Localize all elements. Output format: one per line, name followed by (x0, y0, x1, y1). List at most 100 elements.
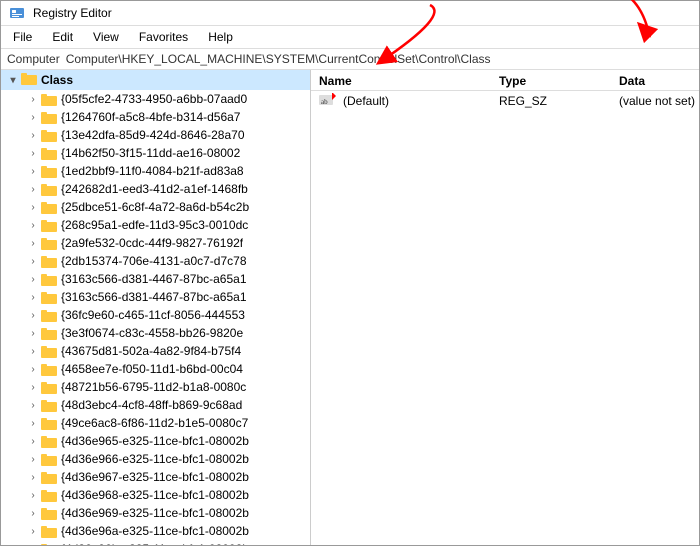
tree-item-label: {4d36e969-e325-11ce-bfc1-08002b (61, 506, 249, 520)
expand-icon: › (25, 523, 41, 539)
expand-icon: › (25, 127, 41, 143)
expand-icon: › (25, 469, 41, 485)
expand-icon: › (25, 253, 41, 269)
tree-item[interactable]: › {48721b56-6795-11d2-b1a8-0080c (1, 378, 310, 396)
tree-item-label: {4d36e96a-e325-11ce-bfc1-08002b (61, 524, 249, 538)
folder-icon (41, 165, 57, 178)
folder-icon (41, 111, 57, 124)
tree-item[interactable]: › {4d36e969-e325-11ce-bfc1-08002b (1, 504, 310, 522)
expand-icon: › (25, 541, 41, 545)
folder-icon (41, 147, 57, 160)
detail-data-cell: (value not set) (619, 94, 699, 108)
tree-item[interactable]: › {4d36e968-e325-11ce-bfc1-08002b (1, 486, 310, 504)
tree-item[interactable]: › {2db15374-706e-4131-a0c7-d7c78 (1, 252, 310, 270)
expand-icon: › (25, 181, 41, 197)
folder-icon (41, 93, 57, 106)
tree-item-label: {1ed2bbf9-11f0-4084-b21f-ad83a8 (61, 164, 244, 178)
expand-icon: › (25, 271, 41, 287)
tree-item[interactable]: › {3163c566-d381-4467-87bc-a65a1 (1, 288, 310, 306)
tree-item[interactable]: › {14b62f50-3f15-11dd-ae16-08002 (1, 144, 310, 162)
tree-item[interactable]: › {1264760f-a5c8-4bfe-b314-d56a7 (1, 108, 310, 126)
tree-item-label: {3163c566-d381-4467-87bc-a65a1 (61, 290, 247, 304)
folder-icon (41, 543, 57, 546)
title-bar: Registry Editor (1, 1, 699, 26)
tree-item[interactable]: › {43675d81-502a-4a82-9f84-b75f4 (1, 342, 310, 360)
tree-item-label: {4d36e967-e325-11ce-bfc1-08002b (61, 470, 249, 484)
tree-item[interactable]: › {4d36e96a-e325-11ce-bfc1-08002b (1, 522, 310, 540)
svg-text:ab: ab (321, 98, 328, 106)
tree-item-label: {4d36e966-e325-11ce-bfc1-08002b (61, 452, 249, 466)
expand-icon: › (25, 379, 41, 395)
expand-icon: › (25, 415, 41, 431)
tree-item-label: {48d3ebc4-4cf8-48ff-b869-9c68ad (61, 398, 242, 412)
tree-item-label: {05f5cfe2-4733-4950-a6bb-07aad0 (61, 92, 247, 106)
folder-icon (41, 237, 57, 250)
folder-icon (41, 507, 57, 520)
tree-item-label: {49ce6ac8-6f86-11d2-b1e5-0080c7 (61, 416, 248, 430)
expand-icon: › (25, 505, 41, 521)
folder-icon (41, 363, 57, 376)
tree-items-list: › {05f5cfe2-4733-4950-a6bb-07aad0 › {126… (1, 90, 310, 545)
menu-help[interactable]: Help (200, 28, 241, 46)
tree-item[interactable]: › {36fc9e60-c465-11cf-8056-444553 (1, 306, 310, 324)
folder-icon (41, 291, 57, 304)
tree-item[interactable]: › {1ed2bbf9-11f0-4084-b21f-ad83a8 (1, 162, 310, 180)
default-value-name: (Default) (343, 94, 389, 108)
menu-edit[interactable]: Edit (44, 28, 81, 46)
tree-item-label: {48721b56-6795-11d2-b1a8-0080c (61, 380, 246, 394)
tree-item-label: {4d36e965-e325-11ce-bfc1-08002b (61, 434, 249, 448)
tree-item[interactable]: › {3e3f0674-c83c-4558-bb26-9820e (1, 324, 310, 342)
detail-panel: Name Type Data ab (Default) REG_SZ (valu… (311, 70, 699, 545)
detail-type-cell: REG_SZ (499, 94, 619, 108)
tree-item[interactable]: › {4d36e96b-e325-11ce-bfc1-08002b (1, 540, 310, 545)
tree-item[interactable]: › {05f5cfe2-4733-4950-a6bb-07aad0 (1, 90, 310, 108)
folder-icon (41, 381, 57, 394)
tree-item[interactable]: › {25dbce51-6c8f-4a72-8a6d-b54c2b (1, 198, 310, 216)
tree-panel[interactable]: ▾ Class › {05f5cfe2-4733-4950-a6bb-07aad… (1, 70, 311, 545)
menu-bar: File Edit View Favorites Help (1, 26, 699, 49)
address-label: Computer (7, 52, 60, 66)
expand-icon: › (25, 163, 41, 179)
folder-icon (41, 489, 57, 502)
detail-header: Name Type Data (311, 70, 699, 91)
col-data-header: Data (619, 74, 699, 88)
folder-icon (41, 399, 57, 412)
tree-item-label: {2db15374-706e-4131-a0c7-d7c78 (61, 254, 247, 268)
address-path[interactable]: Computer\HKEY_LOCAL_MACHINE\SYSTEM\Curre… (66, 52, 491, 66)
menu-favorites[interactable]: Favorites (131, 28, 196, 46)
folder-icon (41, 219, 57, 232)
tree-root-label: Class (41, 73, 73, 87)
tree-item-label: {36fc9e60-c465-11cf-8056-444553 (61, 308, 245, 322)
registry-editor-window: Registry Editor File Edit View Favorites… (0, 0, 700, 546)
tree-item[interactable]: › {4d36e965-e325-11ce-bfc1-08002b (1, 432, 310, 450)
tree-item[interactable]: › {48d3ebc4-4cf8-48ff-b869-9c68ad (1, 396, 310, 414)
tree-item[interactable]: › {242682d1-eed3-41d2-a1ef-1468fb (1, 180, 310, 198)
expand-icon: › (25, 199, 41, 215)
expand-icon: › (25, 487, 41, 503)
tree-item[interactable]: › {4658ee7e-f050-11d1-b6bd-00c04 (1, 360, 310, 378)
expand-icon: › (25, 361, 41, 377)
collapse-icon: ▾ (5, 75, 21, 86)
menu-file[interactable]: File (5, 28, 40, 46)
expand-icon: › (25, 145, 41, 161)
expand-icon: › (25, 217, 41, 233)
tree-item-label: {4d36e96b-e325-11ce-bfc1-08002b (61, 542, 249, 545)
tree-item[interactable]: › {268c95a1-edfe-11d3-95c3-0010dc (1, 216, 310, 234)
tree-item-label: {3163c566-d381-4467-87bc-a65a1 (61, 272, 247, 286)
folder-icon (41, 525, 57, 538)
tree-item[interactable]: › {13e42dfa-85d9-424d-8646-28a70 (1, 126, 310, 144)
tree-item[interactable]: › {4d36e966-e325-11ce-bfc1-08002b (1, 450, 310, 468)
tree-item[interactable]: › {49ce6ac8-6f86-11d2-b1e5-0080c7 (1, 414, 310, 432)
tree-item[interactable]: › {2a9fe532-0cdc-44f9-9827-76192f (1, 234, 310, 252)
detail-row-default[interactable]: ab (Default) REG_SZ (value not set) (311, 91, 699, 111)
menu-view[interactable]: View (85, 28, 127, 46)
expand-icon: › (25, 307, 41, 323)
tree-root-class[interactable]: ▾ Class (1, 70, 310, 90)
tree-item[interactable]: › {4d36e967-e325-11ce-bfc1-08002b (1, 468, 310, 486)
tree-item-label: {2a9fe532-0cdc-44f9-9827-76192f (61, 236, 243, 250)
folder-icon (41, 309, 57, 322)
tree-item[interactable]: › {3163c566-d381-4467-87bc-a65a1 (1, 270, 310, 288)
expand-icon: › (25, 109, 41, 125)
folder-icon (41, 435, 57, 448)
folder-icon (41, 201, 57, 214)
